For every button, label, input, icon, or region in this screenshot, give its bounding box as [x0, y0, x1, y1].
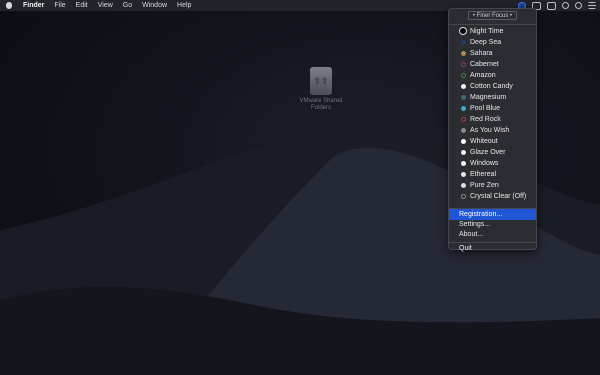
theme-item[interactable]: Magnesium: [449, 92, 536, 103]
theme-item-label: Pure Zen: [470, 182, 499, 189]
theme-item[interactable]: Deep Sea: [449, 37, 536, 48]
theme-item[interactable]: Pool Blue: [449, 103, 536, 114]
menu-help[interactable]: Help: [172, 0, 196, 11]
theme-item-label: Glaze Over: [470, 149, 506, 156]
theme-item[interactable]: As You Wish: [449, 125, 536, 136]
theme-item-label: Windows: [470, 160, 499, 167]
menu-file[interactable]: File: [49, 0, 70, 11]
theme-item-label: Amazon: [470, 72, 496, 79]
theme-color-dot-icon: [461, 128, 466, 133]
theme-item-label: Whiteout: [470, 138, 498, 145]
theme-color-dot-icon: [461, 194, 466, 199]
menu-window[interactable]: Window: [137, 0, 172, 11]
menu-go[interactable]: Go: [118, 0, 137, 11]
theme-item[interactable]: Cotton Candy: [449, 81, 536, 92]
theme-item[interactable]: Ethereal: [449, 169, 536, 180]
spotlight-search-icon[interactable]: [562, 2, 569, 9]
theme-item[interactable]: Cabernet: [449, 59, 536, 70]
theme-item[interactable]: Crystal Clear (Off): [449, 191, 536, 202]
theme-item-label: Deep Sea: [470, 39, 502, 46]
menu-header: • Finer Focus •: [449, 11, 536, 20]
theme-color-dot-icon: [461, 161, 466, 166]
theme-item[interactable]: Whiteout: [449, 136, 536, 147]
menu-divider: [449, 24, 536, 25]
theme-color-dot-icon: [461, 106, 466, 111]
theme-color-dot-icon: [461, 172, 466, 177]
theme-item[interactable]: Night Time: [449, 26, 536, 37]
display-icon[interactable]: [547, 1, 556, 10]
theme-color-dot-icon: [461, 183, 466, 188]
theme-item-label: Ethereal: [470, 171, 497, 178]
theme-item-label: As You Wish: [470, 127, 510, 134]
theme-color-dot-icon: [459, 27, 467, 35]
theme-item[interactable]: Amazon: [449, 70, 536, 81]
menu-header-label: • Finer Focus •: [467, 11, 518, 20]
theme-item-label: Sahara: [470, 50, 493, 57]
theme-item-label: Red Rock: [470, 116, 501, 123]
drive-icon: ⇧⇧: [310, 67, 332, 95]
about-item[interactable]: About...: [449, 229, 536, 240]
theme-color-dot-icon: [461, 150, 466, 155]
theme-item[interactable]: Windows: [449, 158, 536, 169]
theme-item-label: Pool Blue: [470, 105, 500, 112]
siri-icon[interactable]: [575, 2, 582, 9]
shared-folders-drive[interactable]: ⇧⇧ VMware Shared Folders: [299, 67, 343, 112]
theme-item-label: Night Time: [470, 28, 504, 35]
apple-menu-icon[interactable]: [0, 0, 18, 11]
theme-item[interactable]: Pure Zen: [449, 180, 536, 191]
theme-color-dot-icon: [461, 95, 466, 100]
finer-focus-menu: • Finer Focus • Night Time Deep Sea Sahara…: [448, 8, 537, 252]
theme-item[interactable]: Glaze Over: [449, 147, 536, 158]
theme-color-dot-icon: [461, 62, 466, 67]
theme-item-label: Cabernet: [470, 61, 499, 68]
theme-item[interactable]: Sahara: [449, 48, 536, 59]
menu-finder[interactable]: Finder: [18, 0, 49, 11]
theme-item-label: Cotton Candy: [470, 83, 513, 90]
theme-item[interactable]: Red Rock: [449, 114, 536, 125]
theme-color-dot-icon: [461, 117, 466, 122]
theme-color-dot-icon: [461, 84, 466, 89]
theme-item-label: Crystal Clear (Off): [470, 193, 527, 200]
theme-item-label: Magnesium: [470, 94, 507, 101]
theme-color-dot-icon: [461, 40, 466, 45]
drive-label: VMware Shared Folders: [299, 98, 343, 111]
notification-center-icon[interactable]: [588, 2, 596, 9]
theme-color-dot-icon: [461, 139, 466, 144]
theme-color-dot-icon: [461, 51, 466, 56]
theme-color-dot-icon: [461, 73, 466, 78]
quit-item[interactable]: Quit: [449, 243, 536, 254]
menu-view[interactable]: View: [93, 0, 118, 11]
menu-edit[interactable]: Edit: [71, 0, 93, 11]
